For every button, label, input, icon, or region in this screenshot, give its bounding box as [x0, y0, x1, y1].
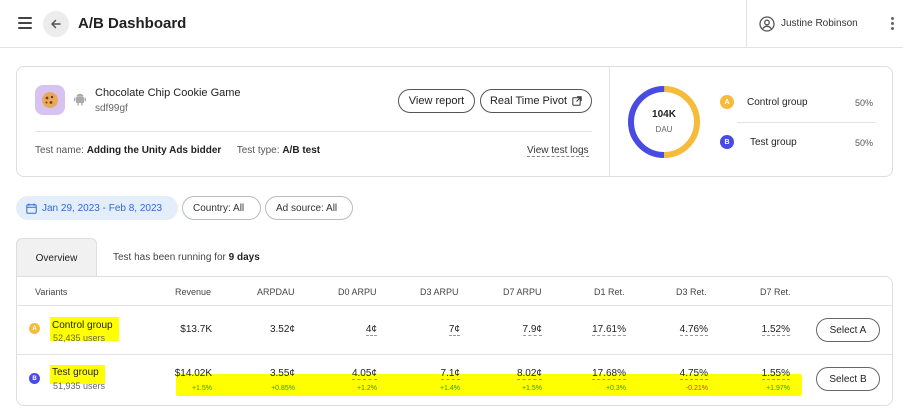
user-menu[interactable]: Justine Robinson	[746, 0, 903, 48]
date-range-label: Jan 29, 2023 - Feb 8, 2023	[42, 202, 163, 214]
cell-d3-arpu: 7¢	[448, 324, 460, 336]
divider	[17, 354, 892, 355]
android-icon	[74, 93, 86, 106]
menu-icon[interactable]	[18, 17, 32, 29]
column-header: D1 Ret.	[594, 287, 625, 297]
cell-d0-arpu: 4¢	[365, 324, 377, 336]
dau-donut-chart	[628, 86, 700, 158]
date-range-filter[interactable]: Jan 29, 2023 - Feb 8, 2023	[16, 196, 178, 220]
ad-source-filter[interactable]: Ad source: All	[265, 196, 353, 220]
cell-revenue: $14.02K	[174, 368, 212, 379]
running-days: 9 days	[228, 252, 260, 263]
cell-arpdau: 3.55¢	[269, 368, 295, 379]
test-name-value: Adding the Unity Ads bidder	[86, 145, 222, 156]
delta-d1-ret: +0.3%	[605, 385, 626, 392]
cell-d3-arpu: 7.1¢	[440, 368, 460, 380]
game-id: sdf99gf	[95, 103, 128, 114]
select-b-button[interactable]: Select B	[816, 367, 880, 391]
calendar-icon	[26, 203, 37, 214]
cell-d7-ret: 1.52%	[761, 324, 790, 336]
control-group-pct: 50%	[855, 98, 874, 108]
test-duration-text: Test has been running for 9 days	[113, 252, 260, 263]
game-icon	[35, 85, 65, 115]
divider	[17, 305, 892, 306]
dau-value: 104K	[652, 109, 676, 120]
test-meta: Test name: Adding the Unity Ads bidder T…	[35, 145, 320, 156]
column-header: Revenue	[175, 287, 212, 297]
delta-d3-ret: -0.21%	[685, 385, 708, 392]
delta-d0-arpu: +1.2%	[356, 385, 377, 392]
column-header: D3 Ret.	[676, 287, 707, 297]
test-info-card: Chocolate Chip Cookie Game sdf99gf View …	[16, 66, 893, 177]
column-header: D0 ARPU	[338, 287, 377, 297]
divider	[609, 67, 610, 176]
country-filter[interactable]: Country: All	[182, 196, 261, 220]
cell-d7-ret: 1.55%	[761, 368, 790, 380]
test-type-value: A/B test	[282, 145, 321, 156]
back-button[interactable]	[43, 11, 69, 37]
control-group-badge: A	[720, 95, 734, 109]
tab-overview[interactable]: Overview	[16, 238, 97, 277]
column-header: D7 Ret.	[760, 287, 791, 297]
column-header: ARPDAU	[257, 287, 295, 297]
column-header: D7 ARPU	[503, 287, 542, 297]
view-test-logs-link[interactable]: View test logs	[527, 145, 589, 157]
test-group-pct: 50%	[855, 138, 874, 148]
control-group-label: Control group	[747, 97, 808, 108]
cell-d1-ret: 17.68%	[592, 368, 626, 380]
cell-d3-ret: 4.76%	[679, 324, 708, 336]
delta-arpdau: +0.85%	[271, 385, 295, 392]
delta-revenue: +1.5%	[191, 385, 212, 392]
test-name-label: Test name:	[35, 145, 84, 156]
user-name: Justine Robinson	[781, 18, 858, 29]
cell-revenue: $13.7K	[180, 324, 212, 335]
cell-arpdau: 3.52¢	[269, 324, 295, 335]
cell-d0-arpu: 4.05¢	[351, 368, 377, 380]
cell-d7-arpu: 8.02¢	[516, 368, 542, 380]
variant-b-badge: B	[29, 373, 40, 384]
cookie-icon	[42, 92, 58, 108]
column-header: D3 ARPU	[420, 287, 459, 297]
divider	[737, 122, 875, 123]
cell-d7-arpu: 7.9¢	[522, 324, 542, 336]
top-bar: A/B Dashboard Justine Robinson	[0, 0, 903, 48]
delta-d7-arpu: +1.5%	[521, 385, 542, 392]
delta-d3-arpu: +1.4%	[439, 385, 460, 392]
more-vert-icon[interactable]	[891, 17, 894, 30]
real-time-pivot-button[interactable]: Real Time Pivot	[480, 89, 592, 113]
select-a-button[interactable]: Select A	[816, 318, 880, 342]
column-header: Variants	[35, 287, 68, 297]
test-type-label: Test type:	[236, 145, 280, 156]
account-icon	[759, 16, 775, 32]
running-prefix: Test has been running for	[113, 252, 226, 263]
divider	[35, 131, 592, 132]
cell-d1-ret: 17.61%	[592, 324, 626, 336]
cell-d3-ret: 4.75%	[679, 368, 708, 380]
game-name: Chocolate Chip Cookie Game	[95, 87, 241, 99]
open-in-new-icon	[572, 96, 582, 106]
dau-label: DAU	[655, 125, 673, 134]
variant-a-badge: A	[29, 323, 40, 334]
view-report-button[interactable]: View report	[398, 89, 475, 113]
variant-users: 51,935 users	[53, 381, 106, 391]
real-time-pivot-label: Real Time Pivot	[489, 95, 568, 107]
arrow-left-icon	[51, 19, 61, 29]
page-title: A/B Dashboard	[78, 15, 187, 32]
delta-d7-ret: +1.97%	[766, 385, 790, 392]
variant-users: 52,435 users	[53, 333, 106, 343]
test-group-badge: B	[720, 135, 734, 149]
test-group-label: Test group	[750, 137, 797, 148]
